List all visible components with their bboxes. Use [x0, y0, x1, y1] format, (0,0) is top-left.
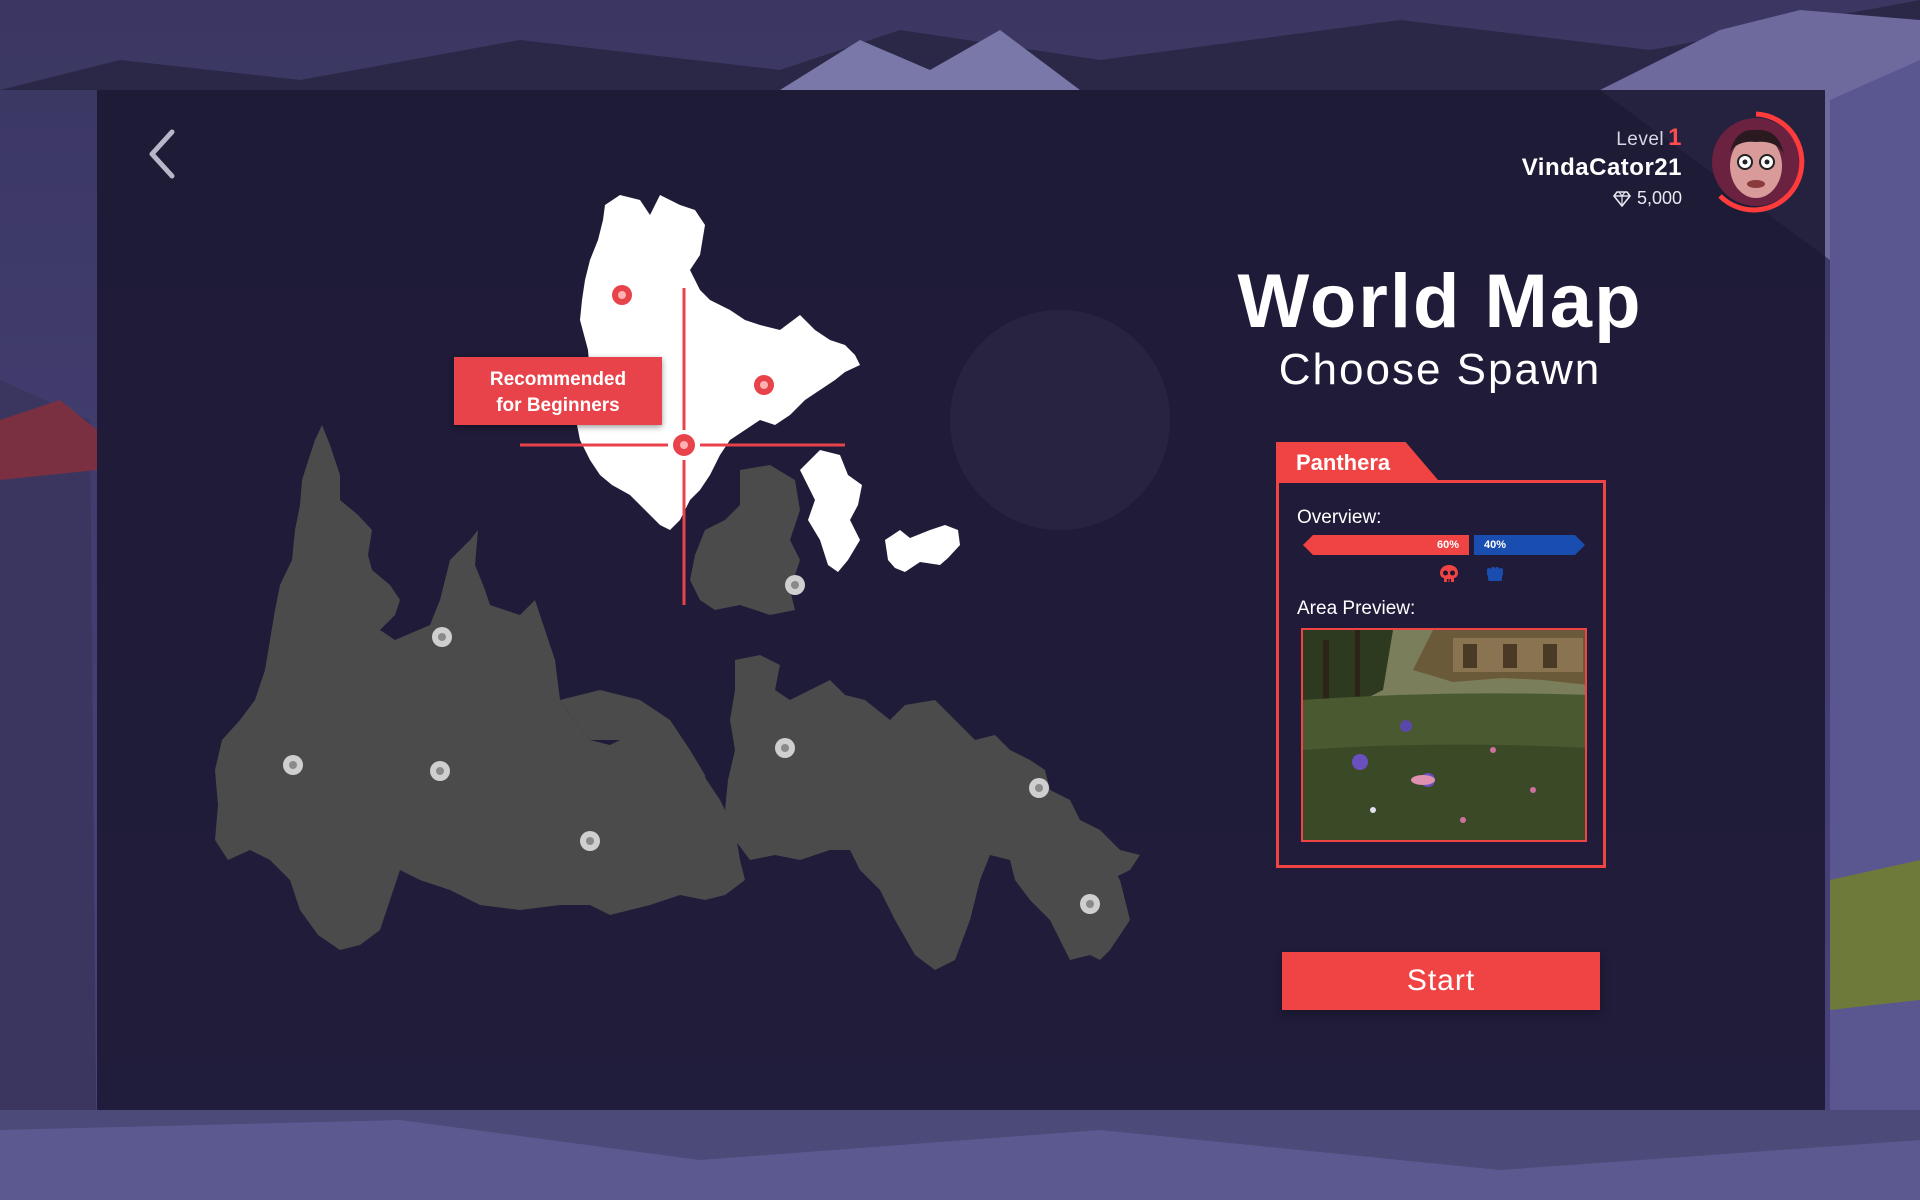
diamond-icon: [1612, 190, 1631, 207]
map-region-north-inlet: [800, 450, 862, 572]
fist-icon: [1487, 567, 1503, 581]
page-title: World Map: [1237, 259, 1643, 344]
region-info-card: Overview: 60% 40% Area Preview:: [1276, 480, 1606, 868]
spawn-marker-5[interactable]: [430, 761, 450, 781]
pve-bar: 40%: [1474, 535, 1585, 555]
player-profile: Level 1 VindaCator21 5,000: [1522, 124, 1682, 209]
spawn-marker-2[interactable]: [754, 375, 774, 395]
area-preview-label: Area Preview:: [1297, 598, 1416, 619]
spawn-marker-9[interactable]: [1029, 778, 1049, 798]
gems-count: 5,000: [1636, 188, 1682, 208]
overview-label: Overview:: [1297, 507, 1382, 528]
recommended-label: Recommended for Beginners: [454, 357, 662, 425]
spawn-marker-4[interactable]: [283, 755, 303, 775]
level-label: Level: [1616, 129, 1665, 150]
skull-icon: [1440, 565, 1458, 582]
recommended-label-line1: Recommended: [489, 369, 627, 390]
start-button[interactable]: Start: [1282, 952, 1600, 1010]
spawn-marker-1[interactable]: [612, 285, 632, 305]
level-value: 1: [1668, 124, 1682, 151]
spawn-marker-3[interactable]: [432, 627, 452, 647]
page-subtitle: Choose Spawn: [1278, 345, 1602, 394]
avatar[interactable]: [1700, 100, 1812, 226]
area-preview-image: [1301, 628, 1587, 842]
background-disc: [950, 310, 1170, 530]
spawn-marker-7[interactable]: [785, 575, 805, 595]
recommended-label-line2: for Beginners: [496, 395, 620, 416]
spawn-marker-selected[interactable]: [673, 434, 695, 456]
gems-row: 5,000: [1522, 188, 1682, 209]
pvp-bar: 60%: [1303, 535, 1469, 555]
spawn-marker-6[interactable]: [580, 831, 600, 851]
map-region-small-island: [885, 525, 960, 572]
level-row: Level 1: [1522, 124, 1682, 152]
map-region-central-north[interactable]: [690, 465, 800, 615]
spawn-marker-10[interactable]: [1080, 894, 1100, 914]
username: VindaCator21: [1521, 154, 1682, 181]
spawn-marker-8[interactable]: [775, 738, 795, 758]
